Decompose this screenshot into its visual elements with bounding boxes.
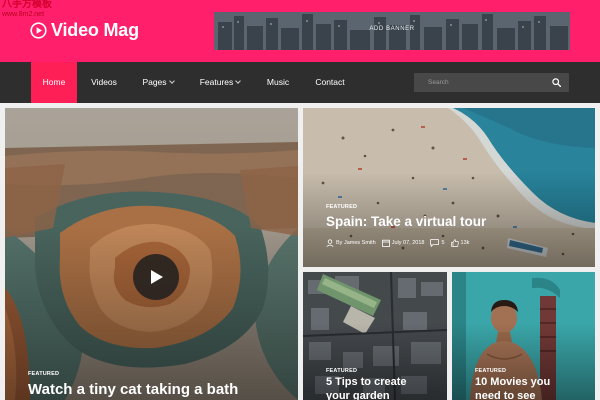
featured-grid: FEATURED Watch a tiny cat taking a bath [0,103,600,400]
article-meta: By James Smith July 07, 2018 5 13k [326,239,475,247]
comment-icon [430,239,440,247]
featured-tag: FEATURED [28,371,60,377]
play-circle-icon [30,21,47,39]
search-box [414,73,569,92]
thumbs-up-icon [450,239,459,247]
nav-item-label: Features [199,77,234,87]
ad-banner-label: ADD BANNER [369,26,415,32]
article-title-line: 10 Movies you [475,376,551,388]
article-title-line: 5 Tips to create [326,376,407,388]
watermark: 八手方模板 www.8m2.net [2,0,52,20]
site-header: 八手方模板 www.8m2.net Video Mag ADD BANNER [0,0,600,62]
ad-banner[interactable]: ADD BANNER [214,12,570,50]
nav-item-home[interactable]: Home [31,62,77,103]
nav-item-label: Pages [142,77,167,87]
nav-item-label: Contact [315,77,345,87]
article-author[interactable]: By James Smith [336,240,376,246]
article-title[interactable]: 5 Tips to create your garden [326,376,407,400]
article-date: July 07, 2018 [391,240,425,246]
article-card[interactable]: FEATURED 10 Movies you need to see [452,272,595,400]
featured-tag: FEATURED [475,368,507,374]
play-icon [151,270,163,284]
watermark-title: 八手方模板 [2,0,52,10]
article-title-line: need to see [475,389,536,400]
article-card[interactable]: FEATURED 5 Tips to create your garden [303,272,447,400]
chevron-down-icon [168,78,175,84]
user-icon [326,239,334,247]
nav-item-label: Videos [91,77,117,87]
nav-item-videos[interactable]: Videos [82,62,126,103]
nav-item-contact[interactable]: Contact [306,62,354,103]
site-logo[interactable]: Video Mag [30,19,139,41]
like-count[interactable]: 13k [461,240,470,246]
article-title[interactable]: 10 Movies you need to see [475,376,550,400]
site-name: Video Mag [51,19,139,40]
article-card[interactable]: FEATURED Spain: Take a virtual tour By J… [303,108,595,267]
featured-tag: FEATURED [326,368,358,374]
featured-tag: FEATURED [326,204,358,210]
nav-item-pages[interactable]: Pages [133,62,183,103]
chevron-down-icon [235,78,242,84]
calendar-icon [381,239,390,247]
nav-item-features[interactable]: Features [191,62,249,103]
nav-item-label: Music [266,77,290,87]
nav-item-label: Home [42,77,66,87]
article-title[interactable]: Watch a tiny cat taking a bath [28,381,238,400]
featured-video-card[interactable]: FEATURED Watch a tiny cat taking a bath [5,108,298,400]
play-button[interactable] [133,254,179,300]
nav-item-music[interactable]: Music [258,62,298,103]
search-input[interactable] [414,73,544,92]
main-nav: Home Videos Pages Features Music Contact [0,62,600,103]
search-icon[interactable] [552,78,561,87]
article-title-line: your garden [326,389,390,400]
article-title[interactable]: Spain: Take a virtual tour [326,214,486,231]
comment-count[interactable]: 5 [441,240,444,246]
